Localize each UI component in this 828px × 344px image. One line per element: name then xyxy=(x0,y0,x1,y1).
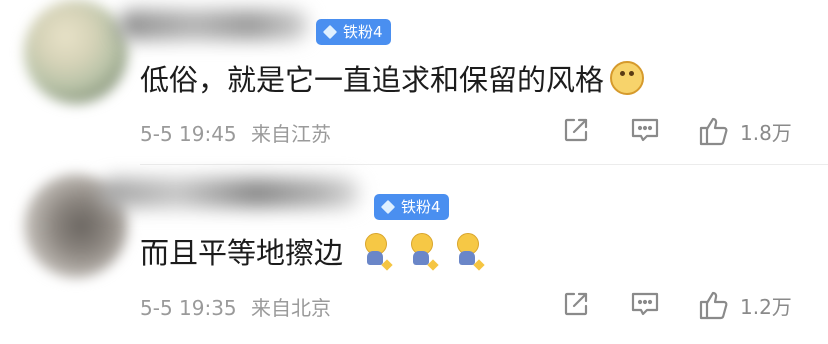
comment-item: 铁粉4 而且平等地擦边 5-5 19:35 来自北京 1.2万 xyxy=(0,166,828,344)
comment-meta: 5-5 19:45 来自江苏 xyxy=(140,118,331,147)
divider xyxy=(140,164,828,165)
fan-badge[interactable]: 铁粉4 xyxy=(316,19,391,45)
username-blurred[interactable] xyxy=(118,10,308,40)
diamond-icon xyxy=(380,199,396,215)
fan-badge-label: 铁粉4 xyxy=(401,198,441,216)
comment-location: 来自江苏 xyxy=(251,122,332,146)
sit-emoji xyxy=(405,233,439,271)
share-icon[interactable] xyxy=(562,290,590,318)
share-icon[interactable] xyxy=(562,116,590,144)
like-count: 1.2万 xyxy=(740,295,792,319)
sit-emoji xyxy=(359,233,393,271)
username-blurred[interactable] xyxy=(100,178,360,208)
comment-location: 来自北京 xyxy=(251,296,332,320)
comment-time: 5-5 19:45 xyxy=(140,122,237,146)
doge-emoji xyxy=(610,61,645,95)
fan-badge[interactable]: 铁粉4 xyxy=(374,194,449,220)
comment-text-row: 而且平等地擦边 xyxy=(140,228,485,274)
comment-text: 而且平等地擦边 xyxy=(140,236,344,270)
fan-badge-label: 铁粉4 xyxy=(343,23,383,41)
comment-meta: 5-5 19:35 来自北京 xyxy=(140,292,331,321)
avatar[interactable] xyxy=(24,0,128,104)
like-icon[interactable] xyxy=(698,290,730,320)
comment-text-row: 低俗，就是它一直追求和保留的风格 xyxy=(140,55,645,101)
comment-time: 5-5 19:35 xyxy=(140,296,237,320)
comment-item: 铁粉4 低俗，就是它一直追求和保留的风格 5-5 19:45 来自江苏 1.8万 xyxy=(0,0,828,164)
comment-text: 低俗，就是它一直追求和保留的风格 xyxy=(140,63,605,97)
sit-emoji xyxy=(451,233,485,271)
diamond-icon xyxy=(322,24,338,40)
comment-icon[interactable] xyxy=(630,116,660,144)
like-count: 1.8万 xyxy=(740,121,792,145)
comment-icon[interactable] xyxy=(630,290,660,318)
like-icon[interactable] xyxy=(698,116,730,146)
